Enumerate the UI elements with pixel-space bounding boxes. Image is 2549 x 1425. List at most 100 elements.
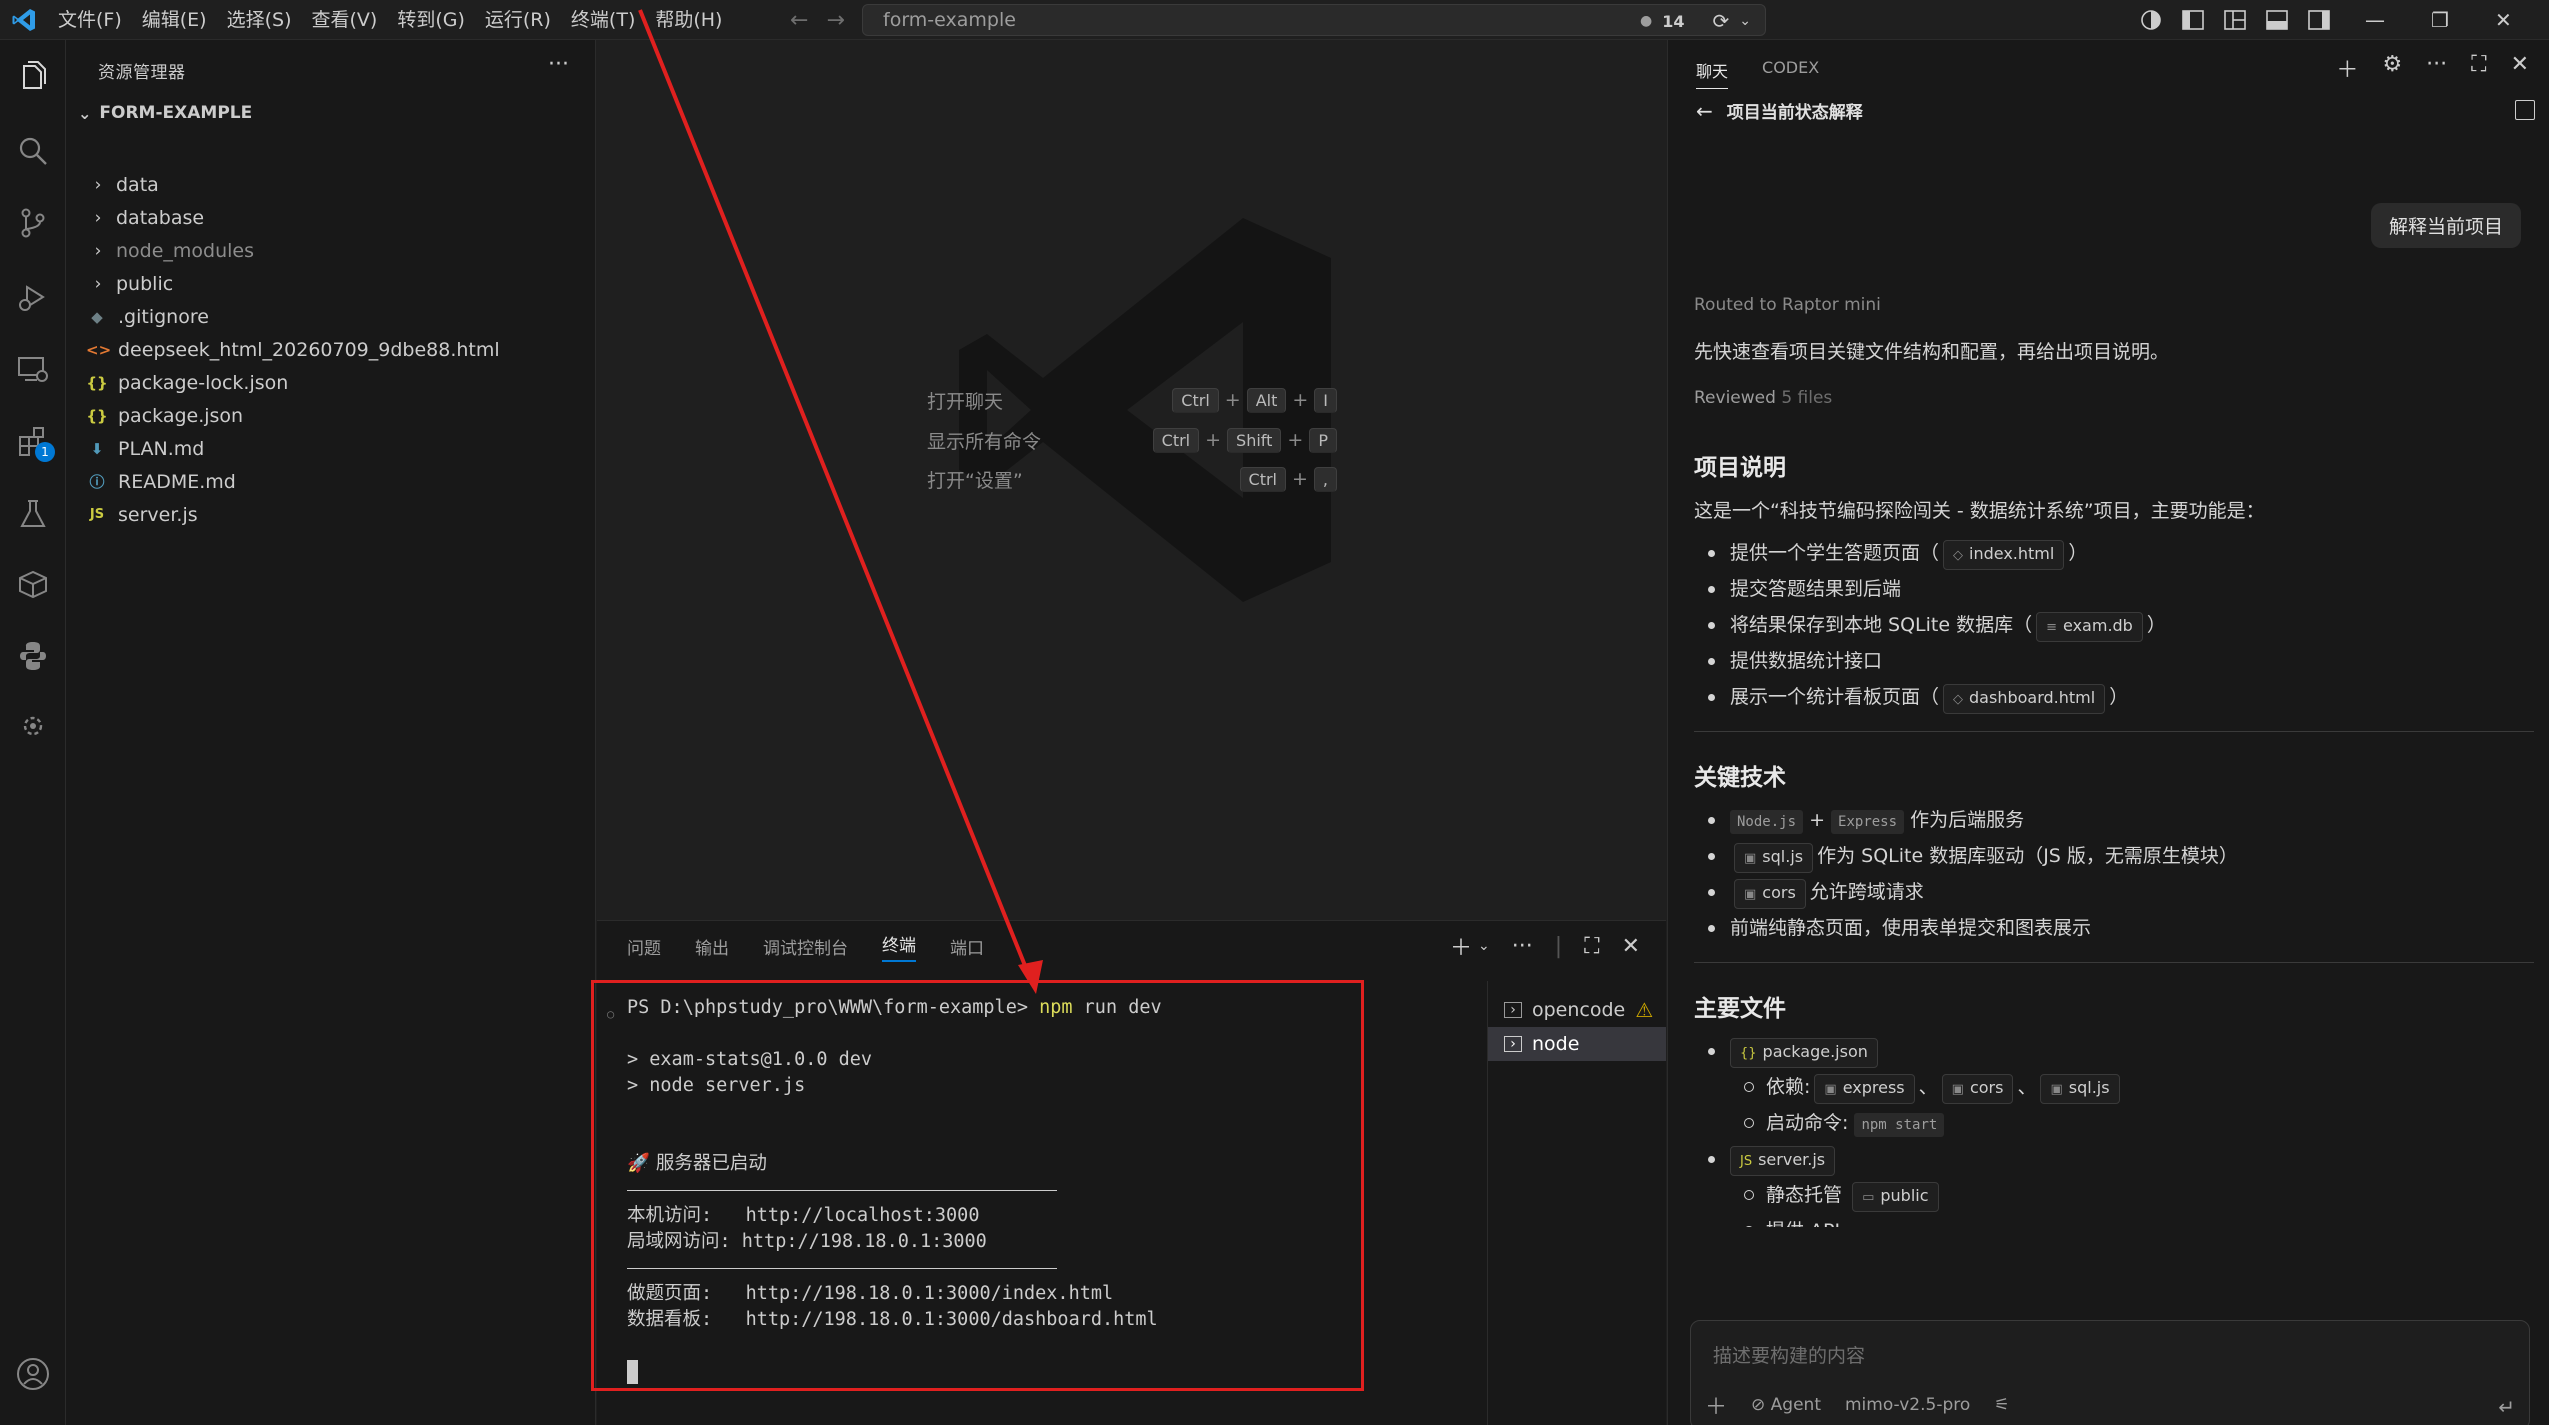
activity-bar: 1: [0, 40, 66, 1425]
menu-edit[interactable]: 编辑(E): [132, 0, 217, 40]
tree-item-server-js[interactable]: JS server.js: [66, 498, 594, 531]
terminal-item-opencode[interactable]: › opencode ⚠: [1488, 993, 1666, 1027]
tree-item-data[interactable]: › data: [66, 168, 594, 201]
python-icon[interactable]: [13, 636, 53, 676]
menu-selection[interactable]: 选择(S): [217, 0, 302, 40]
tree-item-node-modules[interactable]: › node_modules: [66, 234, 594, 267]
tree-item-plan-md[interactable]: ⬇ PLAN.md: [66, 432, 594, 465]
toggle-panel-icon[interactable]: [2266, 10, 2288, 30]
shortcut-open-chat: 打开聊天 Ctrl + Alt + I: [927, 385, 1337, 415]
chip-label: sql.js: [1762, 847, 1804, 866]
close-panel-icon[interactable]: ✕: [1622, 934, 1640, 959]
close-window-icon[interactable]: ✕: [2495, 8, 2512, 32]
package-chip[interactable]: ▣ sql.js: [1734, 843, 1814, 873]
maximize-panel-icon[interactable]: ⛶: [1584, 934, 1599, 959]
model-picker[interactable]: mimo-v2.5-pro: [1845, 1395, 1970, 1415]
tools-icon[interactable]: ⚟: [1994, 1395, 2009, 1415]
lan-url[interactable]: http://198.18.0.1:3000: [742, 1231, 987, 1252]
terminal-item-node[interactable]: › node: [1488, 1027, 1666, 1061]
folder-chip[interactable]: ▭ public: [1852, 1182, 1939, 1212]
back-arrow-icon[interactable]: ←: [790, 8, 808, 33]
file-chip[interactable]: ◇ index.html: [1943, 540, 2065, 570]
menu-run[interactable]: 运行(R): [475, 0, 561, 40]
tab-ports[interactable]: 端口: [950, 934, 984, 959]
folder-header[interactable]: ⌄ FORM-EXAMPLE: [74, 98, 252, 128]
terminal-output[interactable]: ○ PS D:\phpstudy_pro\WWW\form-example> np…: [597, 981, 1487, 1425]
accounts-icon[interactable]: [13, 1354, 53, 1394]
more-actions-icon[interactable]: ···: [2426, 52, 2447, 84]
agent-mode-picker[interactable]: ⊘ Agent: [1751, 1395, 1821, 1415]
new-terminal-icon[interactable]: ＋: [1450, 930, 1472, 962]
chevron-down-icon[interactable]: ⌄: [1478, 938, 1490, 954]
tree-item-package-lock[interactable]: {} package-lock.json: [66, 366, 594, 399]
tree-item-public[interactable]: › public: [66, 267, 594, 300]
menu-terminal[interactable]: 终端(T): [561, 0, 645, 40]
copilot-icon[interactable]: ⟳: [1713, 9, 1730, 33]
menu-file[interactable]: 文件(F): [48, 0, 132, 40]
list-item: 将结果保存到本地 SQLite 数据库（ ≡ exam.db ）: [1694, 607, 2524, 643]
search-icon[interactable]: [13, 131, 53, 171]
list-item: 提交答题结果到后端: [1694, 571, 2524, 607]
command-center[interactable]: form-example ● 14 ⟳ ⌄: [862, 4, 1766, 36]
toggle-sessions-icon[interactable]: [2515, 100, 2535, 120]
reviewed-files[interactable]: Reviewed 5 files: [1694, 388, 2524, 408]
add-context-icon[interactable]: ＋: [1705, 1389, 1727, 1421]
package-chip[interactable]: ▣ sql.js: [2040, 1074, 2120, 1104]
list-item: {} package.json: [1694, 1033, 2524, 1069]
forward-arrow-icon[interactable]: →: [826, 8, 844, 33]
tab-debug-console[interactable]: 调试控制台: [763, 934, 848, 959]
testing-icon[interactable]: [13, 494, 53, 534]
toggle-secondary-sidebar-icon[interactable]: [2308, 10, 2330, 30]
file-chip[interactable]: ◇ dashboard.html: [1943, 684, 2106, 714]
close-icon[interactable]: ✕: [2511, 52, 2529, 84]
file-chip[interactable]: ≡ exam.db: [2036, 612, 2143, 642]
chat-input-box[interactable]: 描述要构建的内容 ＋ ⊘ Agent mimo-v2.5-pro ⚟ ↵: [1690, 1320, 2530, 1425]
toggle-primary-sidebar-icon[interactable]: [2182, 10, 2204, 30]
tree-item-label: server.js: [118, 503, 198, 526]
menu-go[interactable]: 转到(G): [387, 0, 475, 40]
source-control-icon[interactable]: [13, 203, 53, 243]
package-chip[interactable]: ▣ cors: [1941, 1074, 2014, 1104]
new-chat-icon[interactable]: ＋: [2336, 52, 2358, 84]
back-arrow-icon[interactable]: ←: [1696, 99, 1713, 123]
codex-extension-icon[interactable]: [13, 706, 53, 746]
more-actions-icon[interactable]: ···: [1512, 934, 1533, 959]
gear-icon[interactable]: ⚙: [2382, 52, 2402, 84]
tab-terminal[interactable]: 终端: [882, 931, 916, 962]
chevron-down-icon[interactable]: ⌄: [1739, 13, 1751, 29]
remote-explorer-icon[interactable]: [13, 349, 53, 389]
panel-actions: ＋ ⌄ ··· | ⛶ ✕: [1450, 921, 1640, 971]
tree-item-package-json[interactable]: {} package.json: [66, 399, 594, 432]
run-debug-icon[interactable]: [13, 277, 53, 317]
tab-output[interactable]: 输出: [695, 934, 729, 959]
changes-badge[interactable]: ● 14 ⟳ ⌄: [1640, 5, 1765, 37]
tree-item-gitignore[interactable]: ◆ .gitignore: [66, 300, 594, 333]
more-actions-icon[interactable]: ···: [548, 52, 569, 77]
customize-layout-icon[interactable]: [2224, 10, 2246, 30]
tab-problems[interactable]: 问题: [627, 934, 661, 959]
minimize-icon[interactable]: —: [2365, 8, 2385, 32]
quiz-url[interactable]: http://198.18.0.1:3000/index.html: [746, 1283, 1114, 1304]
chat-panel: 聊天 CODEX ＋ ⚙ ··· ⛶ ✕ ← 项目当前状态解释 解释当前项目 R…: [1667, 40, 2549, 1425]
tree-item-database[interactable]: › database: [66, 201, 594, 234]
explorer-icon[interactable]: [13, 58, 53, 98]
tab-chat[interactable]: 聊天: [1696, 58, 1729, 89]
tree-item-html[interactable]: <> deepseek_html_20260709_9dbe88.html: [66, 333, 594, 366]
package-chip[interactable]: ▣ cors: [1734, 879, 1806, 909]
extensions-icon[interactable]: 1: [13, 422, 55, 462]
package-chip[interactable]: ▣ express: [1814, 1074, 1915, 1104]
tree-item-readme[interactable]: ⓘ README.md: [66, 465, 594, 498]
menu-view[interactable]: 查看(V): [302, 0, 388, 40]
send-icon[interactable]: ↵: [2498, 1395, 2515, 1419]
menu-help[interactable]: 帮助(H): [645, 0, 732, 40]
accounts-sync-icon[interactable]: [2140, 9, 2162, 31]
tree-item-label: database: [116, 206, 205, 229]
tab-codex[interactable]: CODEX: [1762, 58, 1819, 89]
containers-icon[interactable]: [13, 564, 53, 604]
restore-icon[interactable]: ❐: [2431, 8, 2449, 32]
file-chip[interactable]: JS server.js: [1730, 1146, 1836, 1176]
local-url[interactable]: http://localhost:3000: [746, 1205, 980, 1226]
dashboard-url[interactable]: http://198.18.0.1:3000/dashboard.html: [746, 1309, 1158, 1330]
file-chip[interactable]: {} package.json: [1730, 1038, 1878, 1068]
maximize-icon[interactable]: ⛶: [2471, 52, 2486, 84]
